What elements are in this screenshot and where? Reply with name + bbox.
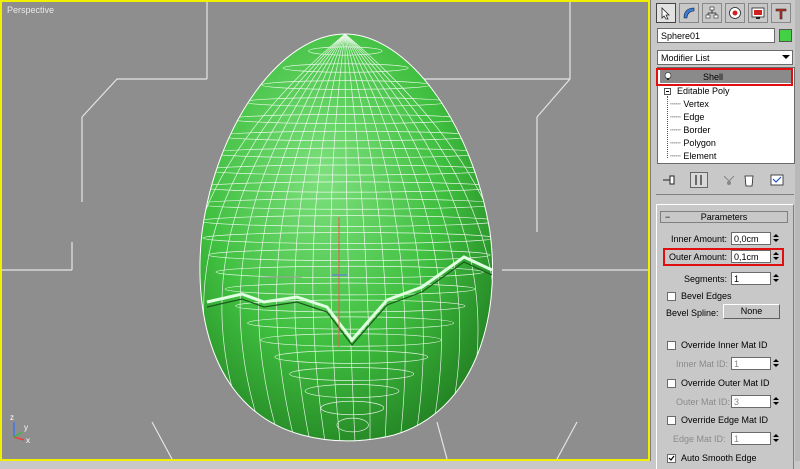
modifier-list-dropdown[interactable]: Modifier List [657,50,793,65]
segments-field[interactable]: 1 [731,272,771,285]
collapse-icon[interactable] [664,88,671,95]
viewport-label[interactable]: Perspective [7,5,54,15]
override-inner-checkbox[interactable] [667,341,676,350]
outer-amount-label: Outer Amount: [669,252,728,262]
edge-mat-id-field[interactable]: 1 [731,432,771,445]
outer-mat-id-field[interactable]: 3 [731,395,771,408]
shell-highlight [656,68,793,86]
axis-tripod: z y x [10,413,30,445]
trash-icon [744,175,754,187]
object-color-swatch[interactable] [779,29,792,42]
modify-icon [683,7,695,19]
auto-smooth-label: Auto Smooth Edge [681,453,757,463]
show-end-result-button[interactable] [690,172,708,188]
configure-modifier-sets-button[interactable] [768,172,786,188]
override-edge-label: Override Edge Mat ID [681,415,769,425]
pin-icon [663,175,675,185]
edge-mat-id-label: Edge Mat ID: [673,434,726,444]
pin-stack-button[interactable] [660,172,678,188]
inner-amount-spinner[interactable] [772,232,780,244]
parameters-rollout-header[interactable]: − Parameters [660,211,788,223]
panel-scrollbar[interactable] [795,0,800,461]
modifier-list-label: Modifier List [661,53,710,63]
display-tab[interactable] [748,3,768,23]
viewport-scene[interactable]: z y x [2,2,648,459]
svg-text:z: z [10,413,14,422]
outer-mat-id-spinner[interactable] [772,395,780,407]
segments-spinner[interactable] [772,272,780,284]
override-outer-checkbox[interactable] [667,379,676,388]
inner-amount-field[interactable]: 0,0cm [731,232,771,245]
override-inner-label: Override Inner Mat ID [681,340,768,350]
override-edge-checkbox[interactable] [667,416,676,425]
utilities-tab[interactable] [771,3,791,23]
rollout-title: Parameters [700,212,748,222]
motion-icon [729,7,741,19]
motion-tab[interactable] [725,3,745,23]
inner-mat-id-spinner[interactable] [772,357,780,369]
object-name-field[interactable]: Sphere01 [657,28,775,43]
inner-amount-label: Inner Amount: [671,234,728,244]
override-outer-label: Override Outer Mat ID [681,378,770,388]
segments-label: Segments: [684,274,728,284]
svg-text:y: y [24,423,28,432]
inner-mat-id-label: Inner Mat ID: [676,359,729,369]
inner-mat-id-field[interactable]: 1 [731,357,771,370]
outer-amount-spinner[interactable] [772,250,780,262]
chevron-down-icon[interactable] [782,55,790,59]
edge-mat-id-spinner[interactable] [772,432,780,444]
show-end-result-icon [695,175,702,185]
hierarchy-icon [705,6,719,19]
perspective-viewport[interactable]: z y x Perspective [0,0,650,461]
subobject-element[interactable]: ┄┄ Element [670,151,716,162]
create-icon [661,7,670,20]
subobject-edge[interactable]: ┄┄ Edge [670,112,704,123]
modify-tab[interactable] [679,3,699,23]
outer-mat-id-label: Outer Mat ID: [676,397,731,407]
bevel-spline-button[interactable]: None [723,304,780,319]
divider [656,194,794,195]
tree-line [667,96,669,158]
subobject-vertex[interactable]: ┄┄ Vertex [670,99,709,110]
hierarchy-tab[interactable] [702,3,722,23]
svg-text:x: x [26,436,30,445]
outer-amount-field[interactable]: 0,1cm [731,250,771,263]
display-icon [751,7,765,19]
rollout-collapse-icon: − [665,212,671,222]
make-unique-button[interactable] [720,172,738,188]
utilities-icon [775,8,787,20]
subobject-border[interactable]: ┄┄ Border [670,125,710,136]
bevel-edges-checkbox[interactable] [667,292,676,301]
remove-modifier-button[interactable] [740,172,758,188]
configure-icon [770,174,784,186]
create-tab[interactable] [656,3,676,23]
auto-smooth-checkbox[interactable] [667,454,676,463]
bevel-spline-label: Bevel Spline: [666,308,719,318]
stack-item-editable-poly[interactable]: Editable Poly [677,86,730,96]
bevel-edges-label: Bevel Edges [681,291,732,301]
subobject-polygon[interactable]: ┄┄ Polygon [670,138,716,149]
make-unique-icon [723,175,735,185]
